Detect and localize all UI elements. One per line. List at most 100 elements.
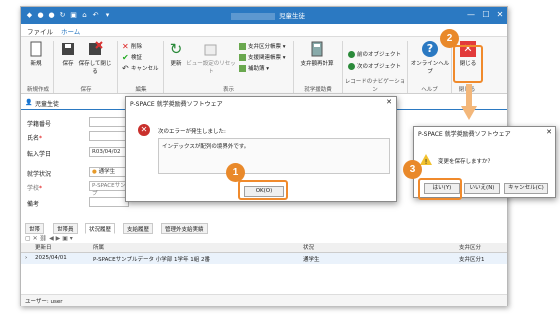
tab-household[interactable]: 世帯 [25,223,45,234]
window-title: 児童生徒 [279,12,305,20]
undo-arrow-icon: ↶ [122,64,129,73]
row-status: 通学生 [303,257,320,263]
minimize-icon[interactable]: — [464,9,478,21]
ok-highlight [238,180,288,200]
save-close-button[interactable]: 保存して閉じる [77,41,113,75]
tab-payment-history[interactable]: 支給履歴 [123,223,154,234]
name-field[interactable] [89,131,129,141]
remarks-field[interactable] [89,197,129,207]
tab-payment-history-label: 支給履歴 [127,227,150,233]
link-icon[interactable]: ⛓ [40,235,48,242]
row-category: 支弁区分1 [459,257,485,263]
qa-icon-2[interactable]: ● [47,11,56,20]
support-related-label: 支援関連帳票 [248,55,282,61]
status-bar: ユーザー: user [21,294,507,306]
close-icon[interactable]: ✕ [493,9,507,21]
group-edit: 編集 [135,87,147,93]
prev-object-label: 前のオブジェクト [357,52,402,58]
school-label: 学校* [27,185,43,192]
help-icon: ? [422,41,438,57]
col-updated[interactable]: 更新日 [35,243,52,252]
refresh-button[interactable]: ↻ 更新 [166,41,186,67]
prev-object-button[interactable]: 前のオブジェクト [348,50,401,58]
delete-icon: ✕ [122,42,129,51]
step-3-badge: 3 [403,160,422,179]
ribbon: 新規 保存 保存して閉じる ✕ 削除 ✔ 検証 ↶ キャンセル ↻ 更新 ビュー設定の… [21,36,507,94]
aux-book[interactable]: 補助簿 ▾ [239,64,269,72]
arrow-down-icon [461,84,477,120]
next-object-label: 次のオブジェクト [357,64,402,70]
group-view: 表示 [222,87,234,93]
row-indicator: › [25,255,28,261]
name-label: 氏名* [27,135,43,142]
close-highlight [453,45,483,83]
book-icon [239,65,246,72]
verify-button[interactable]: ✔ 検証 [122,53,142,62]
report-icon [239,54,246,61]
close-icon[interactable]: ✕ [386,98,392,106]
col-category[interactable]: 支弁区分 [459,243,481,252]
delete-row-icon[interactable]: ✕ [33,235,38,242]
save-button[interactable]: 保存 [57,41,79,67]
title-blur [231,12,275,20]
tab-file[interactable]: ファイル [27,26,53,36]
calculator-icon [309,41,325,57]
transfer-date-field[interactable]: R03/04/02 [89,147,129,157]
school-field[interactable]: P-SPACEサンプ [89,181,129,197]
error-message: 次のエラーが発生しました: [158,129,226,135]
tab-status-history-label: 状況履歴 [89,227,112,233]
refresh-label: 更新 [170,61,182,67]
step-1-badge: 1 [226,163,245,182]
refresh-icon[interactable]: ↻ [58,11,67,20]
home-icon[interactable]: ⌂ [80,11,89,20]
qa-icon-1[interactable]: ● [36,11,45,20]
student-no-label: 学籍番号 [27,121,52,128]
tab-external-payments[interactable]: 管理外支給実績 [161,223,208,234]
student-no-field[interactable] [89,117,129,127]
row-date: 2025/04/01 [35,255,67,261]
next-icon[interactable]: ▶ [56,235,61,242]
new-row-icon[interactable]: ▢ [25,235,31,242]
doc-icon: 👤 [25,99,33,106]
yes-highlight [418,178,462,200]
tab-household-members[interactable]: 世帯員 [53,223,78,234]
prev-icon[interactable]: ◀ [49,235,54,242]
remarks-label: 備考 [27,201,40,208]
row-affiliation: P-SPACEサンプルデータ 小学部 1学年 1組 2番 [93,257,210,263]
col-status[interactable]: 状況 [303,243,314,252]
error-icon: ✕ [138,124,150,136]
enrollment-field[interactable]: ● 通学生 [89,167,129,177]
transfer-date-label: 転入学日 [27,151,52,158]
tab-status-history[interactable]: 状況履歴 [85,223,116,234]
view-reset-button[interactable]: ビュー設定のリセット [186,41,236,75]
new-icon [28,41,44,57]
tab-household-label: 世帯 [29,227,41,233]
view-reset-icon [203,41,219,57]
group-new: 新規作成 [26,87,49,93]
save-icon[interactable]: ▣ [69,11,78,20]
save-close-icon [87,41,103,57]
new-button[interactable]: 新規 [25,41,47,67]
chevron-down-icon[interactable]: ▾ [103,11,112,20]
no-button[interactable]: いいえ(N) [464,183,500,194]
export-icon[interactable]: ▣ [62,235,68,242]
cancel-button[interactable]: キャンセル(C) [504,183,548,194]
group-help: ヘルプ [421,87,438,93]
delete-button[interactable]: ✕ 削除 [122,42,142,51]
cancel-edit-button[interactable]: ↶ キャンセル [122,64,159,73]
doc-tab-label: 児童生徒 [35,101,60,108]
filter-icon[interactable]: ▾ [70,235,73,242]
undo-icon[interactable]: ↶ [91,11,100,20]
support-calc-button[interactable]: 支弁額再計算 [297,41,337,67]
col-affiliation[interactable]: 所属 [93,243,104,252]
title-bar: ◆ ● ● ↻ ▣ ⌂ ↶ ▾ 児童生徒 — ☐ ✕ [21,7,507,24]
close-icon[interactable]: ✕ [546,128,552,136]
support-related-report[interactable]: 支援関連帳票 ▾ [239,53,286,61]
enrollment-icon: ● [92,169,97,175]
app-icon: ◆ [26,11,33,19]
next-object-button[interactable]: 次のオブジェクト [348,62,401,70]
support-calc-label: 支弁額再計算 [300,61,334,67]
maximize-icon[interactable]: ☐ [479,9,493,21]
group-save: 保存 [80,87,92,93]
support-type-report[interactable]: 支弁区分帳票 ▾ [239,42,286,50]
